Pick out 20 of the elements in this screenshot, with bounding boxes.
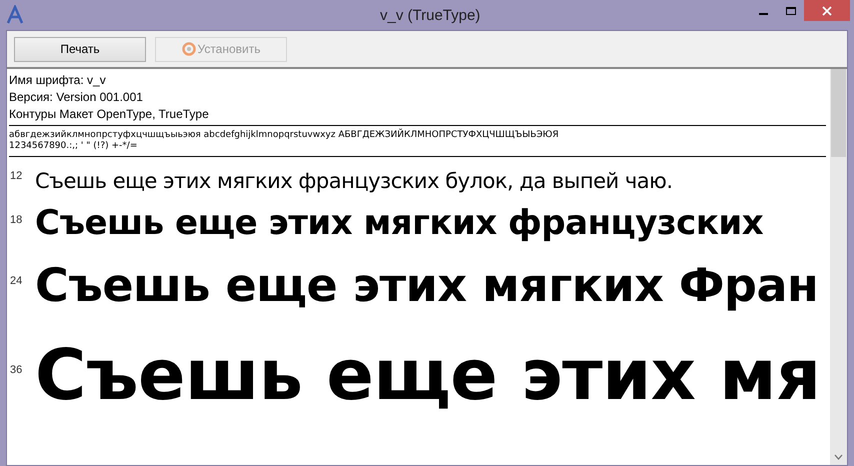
sample-text: Съешь еще этих мягких французских [35, 202, 764, 245]
scrollbar-thumb[interactable] [831, 69, 846, 157]
point-size-label: 12 [9, 168, 24, 184]
font-info-text: Контуры Макет OpenType, TrueType [9, 106, 210, 123]
scrollbar[interactable] [830, 69, 847, 465]
toolbar-button[interactable]: Печать [14, 36, 146, 62]
font-app-icon [5, 5, 25, 25]
point-size-label: 24 [9, 274, 24, 289]
close-button[interactable] [804, 0, 850, 21]
character-set-text: 1234567890.:,; ' " (!?) +-*/= [9, 141, 138, 152]
font-info-text: Версия: Version 001.001 [9, 89, 144, 106]
point-size-label: 36 [9, 362, 24, 378]
sample-text: Съешь еще этих мягких Фран [35, 257, 818, 314]
font-info-text: Имя шрифта: v_v [9, 72, 107, 89]
point-size-label: 18 [9, 212, 24, 228]
window-title: v_v (TrueType) [380, 6, 480, 26]
sample-text: Съешь еще этих мя [35, 333, 820, 418]
character-set-text: абвгдежзийклмнопрстуфхцчшщъыьэюя abcdefghijklmnopqrstuvwxyz АБВГДЕЖЗИЙКЛМНОПРСТУФХЦЧШЩЪЫЬЭЮЯ [9, 130, 560, 141]
close-icon [822, 6, 832, 16]
sample-text: Съешь еще этих мягких французских булок, да выпей чаю. [35, 168, 672, 195]
